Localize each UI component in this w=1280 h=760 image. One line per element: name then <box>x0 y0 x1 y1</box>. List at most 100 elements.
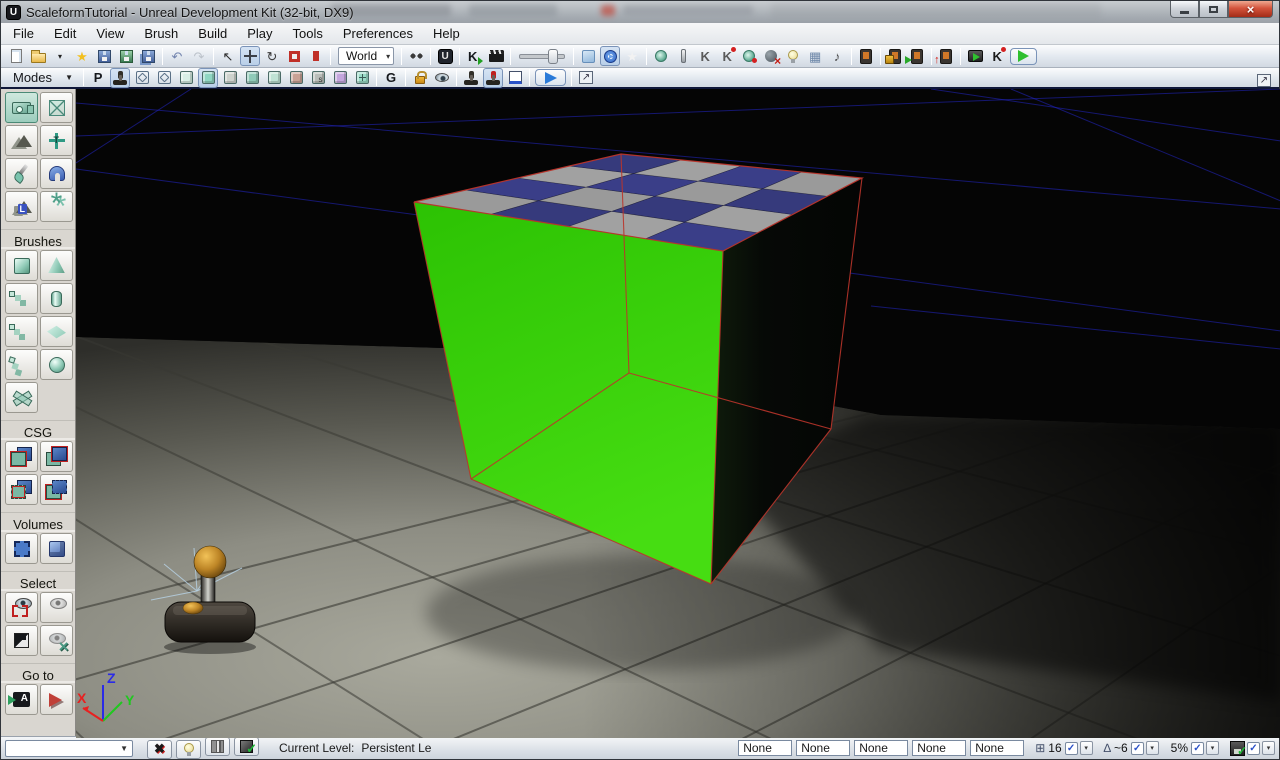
emissive-orb-button[interactable] <box>651 46 671 66</box>
show-brushes-toggle[interactable] <box>578 46 598 66</box>
grid-panel-button[interactable]: ▦ <box>805 46 825 66</box>
staircase-brush-button[interactable] <box>5 316 38 347</box>
possess-red-button[interactable] <box>483 67 504 88</box>
save-level-button[interactable] <box>94 46 114 66</box>
viewmode-detail-lighting-button[interactable] <box>220 68 240 88</box>
viewport-3d-scene[interactable]: ZY X <box>76 89 1280 738</box>
possess-player-button[interactable] <box>110 67 131 88</box>
goto-builder-brush-button[interactable] <box>40 684 73 715</box>
play-in-editor-button[interactable] <box>1009 46 1038 66</box>
show-flags-button[interactable] <box>432 68 452 88</box>
menu-item-edit[interactable]: Edit <box>44 23 86 44</box>
status-field-5[interactable]: None <box>970 740 1025 756</box>
viewmode-lit-button[interactable] <box>198 67 219 88</box>
status-field-1[interactable]: None <box>738 740 793 756</box>
remove-actor-button[interactable] <box>761 46 781 68</box>
menu-item-preferences[interactable]: Preferences <box>333 23 423 44</box>
texture-align-mode-button[interactable] <box>40 125 73 156</box>
open-level-button[interactable] <box>28 46 48 66</box>
matinee-button[interactable] <box>486 46 506 66</box>
drag-grid-dropdown[interactable]: ▾ <box>1079 741 1093 755</box>
add-volume-button[interactable] <box>5 533 38 564</box>
unreal-frontend-button[interactable]: U <box>435 46 455 66</box>
menu-item-help[interactable]: Help <box>423 23 470 44</box>
menu-item-tools[interactable]: Tools <box>283 23 333 44</box>
orb-actor-button[interactable] <box>739 46 759 66</box>
play-on-device-button[interactable] <box>905 46 927 66</box>
favorites-filter-toggle[interactable]: ★ <box>622 46 642 66</box>
menu-item-brush[interactable]: Brush <box>134 23 188 44</box>
viewmode-brushwire-button[interactable] <box>154 68 174 88</box>
invert-selection-button[interactable] <box>5 625 38 656</box>
csg-deintersect-button[interactable] <box>40 474 73 505</box>
cylinder-brush-button[interactable] <box>40 283 73 314</box>
viewmode-reflections-button[interactable] <box>352 68 372 88</box>
open-recent-dropdown[interactable]: ▾ <box>50 46 70 66</box>
search-actors-button[interactable] <box>406 46 426 66</box>
popout-viewport-button[interactable]: ↗ <box>576 68 596 88</box>
light-actor-button[interactable] <box>673 46 693 66</box>
status-field-4[interactable]: None <box>912 740 967 756</box>
drag-grid-checkbox[interactable]: ✓ <box>1064 741 1078 755</box>
scale-tool-button[interactable] <box>284 46 304 66</box>
mesh-paint-mode-button[interactable] <box>5 158 38 189</box>
maximize-viewport-button[interactable] <box>505 68 525 88</box>
minimize-button[interactable] <box>1170 1 1199 18</box>
csg-subtract-button[interactable] <box>40 441 73 472</box>
scale-nonuniform-tool-button[interactable] <box>306 46 326 66</box>
play-level-button[interactable] <box>534 68 567 88</box>
path-node-button[interactable]: K <box>695 46 715 66</box>
scale-snap-checkbox[interactable]: ✓ <box>1191 741 1204 755</box>
goto-actor-button[interactable] <box>5 684 38 715</box>
viewmode-light-complexity-button[interactable] <box>330 68 350 88</box>
bulb-actor-button[interactable] <box>783 46 803 66</box>
close-button[interactable]: × <box>1228 1 1273 18</box>
menu-item-play[interactable]: Play <box>237 23 282 44</box>
static-mesh-mode-button[interactable] <box>40 158 73 189</box>
terrain-mode-button[interactable] <box>5 125 38 156</box>
bsp-auto-update-button[interactable]: ✖ <box>147 739 172 759</box>
rotation-grid-checkbox[interactable]: ✓ <box>1130 741 1144 755</box>
autosave-checkbox[interactable]: ✓ <box>1247 741 1260 755</box>
translucent-selection-toggle[interactable] <box>600 46 621 66</box>
save-copy-button[interactable] <box>138 46 158 66</box>
menu-item-build[interactable]: Build <box>188 23 237 44</box>
favorites-button[interactable]: ★ <box>72 46 92 66</box>
select-tool-button[interactable]: ↖ <box>218 46 238 66</box>
paths-indicator-button[interactable] <box>205 737 230 756</box>
new-level-button[interactable] <box>6 46 26 66</box>
viewmode-shader-complexity-button[interactable] <box>286 68 306 88</box>
volumetric-brush-button[interactable] <box>5 382 38 413</box>
modes-dropdown[interactable]: ▼ <box>59 68 79 88</box>
camera-mode-button[interactable] <box>5 92 38 123</box>
viewmode-lighting-only-button[interactable] <box>242 68 262 88</box>
spiral-staircase-brush-button[interactable] <box>5 349 38 380</box>
camera-speed-slider[interactable] <box>519 48 566 64</box>
foliage-mode-button[interactable]: * <box>40 188 73 222</box>
viewmode-unlit-button[interactable] <box>176 68 196 88</box>
lock-viewport-button[interactable] <box>410 68 430 88</box>
maximize-button[interactable] <box>1199 1 1228 18</box>
scale-snap-dropdown[interactable]: ▾ <box>1206 741 1219 755</box>
viewmode-texture-density-button[interactable] <box>264 68 284 88</box>
autosave-dropdown[interactable]: ▾ <box>1262 741 1275 755</box>
csg-intersect-button[interactable] <box>5 474 38 505</box>
status-field-2[interactable]: None <box>796 740 851 756</box>
sphere-brush-button[interactable] <box>40 349 73 380</box>
coordinate-system-select[interactable]: World ▾ <box>338 47 395 65</box>
deploy-to-device-button[interactable] <box>934 46 956 66</box>
menu-item-view[interactable]: View <box>86 23 134 44</box>
game-view-button[interactable]: G <box>381 68 401 88</box>
kismet-debug-button[interactable]: K <box>987 46 1007 66</box>
sound-actor-button[interactable]: ♪ <box>827 46 847 66</box>
redo-button[interactable]: ↷ <box>189 46 209 66</box>
hide-selected-button[interactable] <box>40 592 73 623</box>
actor-class-combo[interactable]: ▼ <box>5 739 133 757</box>
landscape-mode-button[interactable] <box>5 191 38 222</box>
cube-brush-button[interactable] <box>5 250 38 281</box>
mobile-device-button[interactable] <box>856 46 876 66</box>
path-node-alt-button[interactable]: K <box>717 46 737 66</box>
translate-tool-button[interactable] <box>240 46 260 66</box>
geometry-ok-button[interactable] <box>234 737 259 757</box>
title-bar[interactable]: U ScaleformTutorial - Unreal Development… <box>1 1 1279 23</box>
